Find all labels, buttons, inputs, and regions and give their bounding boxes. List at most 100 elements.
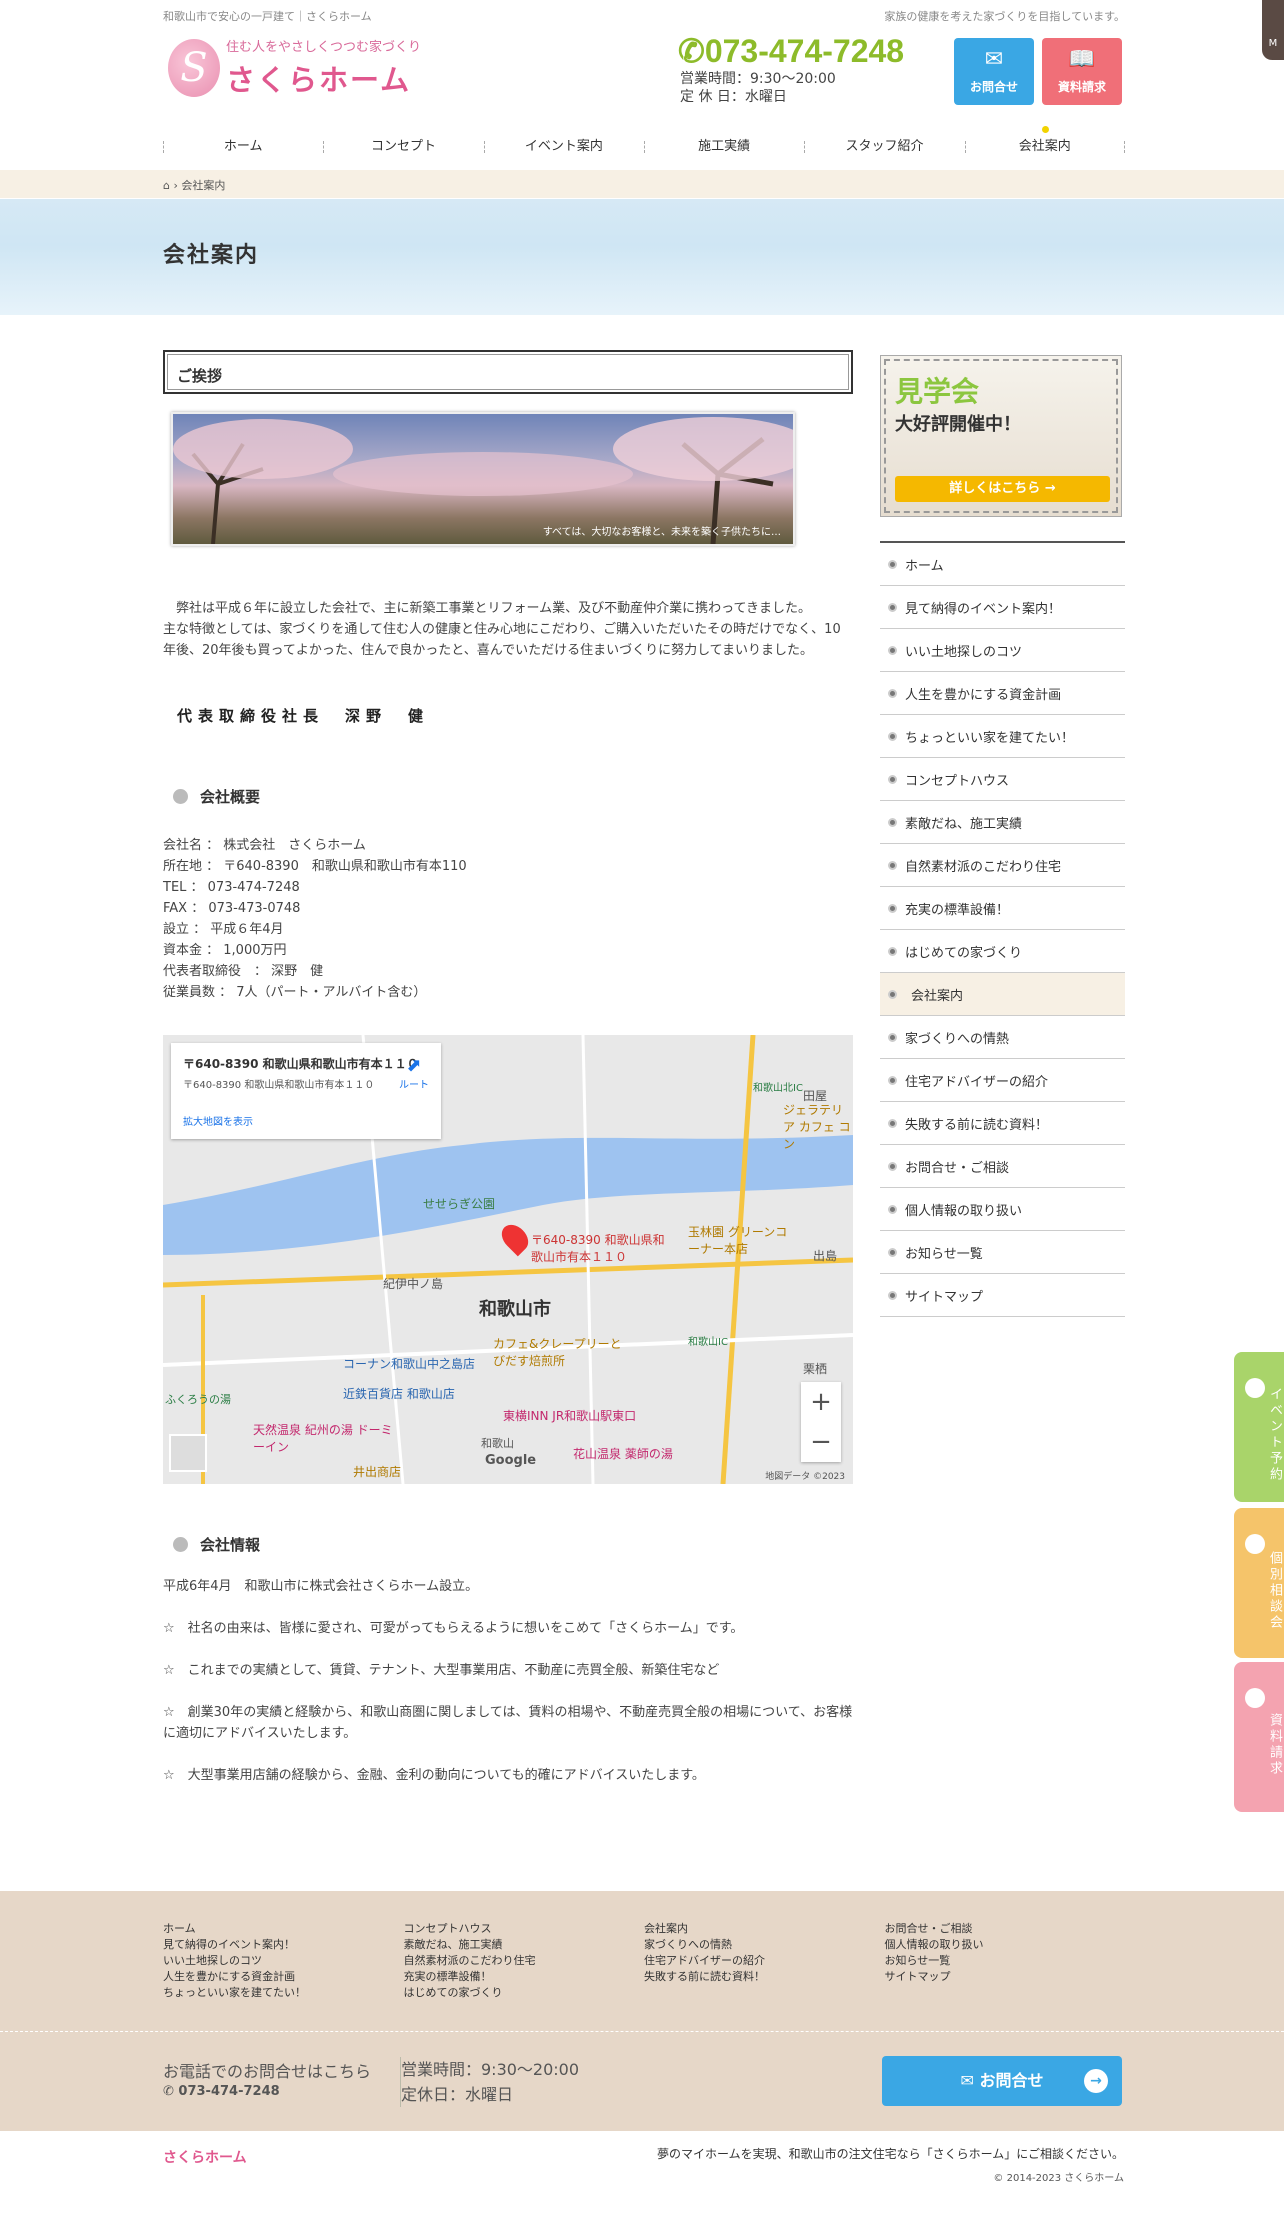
footer-link[interactable]: 住宅アドバイザーの紹介 [644, 1953, 885, 1969]
sidebar-item[interactable]: ちょっといい家を建てたい！ [880, 715, 1125, 758]
nav-company[interactable]: 会社案内 [964, 126, 1126, 158]
map-place[interactable]: ジェラテリア カフェ コン [783, 1101, 853, 1152]
map-place[interactable]: 和歌山 [481, 1435, 514, 1451]
footer-link[interactable]: お問合せ・ご相談 [885, 1921, 1126, 1937]
footer: ホーム 見て納得のイベント案内！ いい土地探しのコツ 人生を豊かにする資金計画 … [0, 1891, 1284, 2131]
map-place[interactable]: 東横INN JR和歌山駅東口 [503, 1407, 636, 1424]
map-place[interactable]: 玉林園 グリーンコーナー本店 [688, 1223, 798, 1257]
footer-link[interactable]: 個人情報の取り扱い [885, 1937, 1126, 1953]
site-logo[interactable]: S 住む人をやさしくつつむ家づくり さくらホーム [168, 36, 421, 99]
map-place[interactable]: 出島 [813, 1247, 837, 1264]
nav-home[interactable]: ホーム [163, 136, 323, 158]
map-place[interactable]: 近鉄百貨店 和歌山店 [343, 1385, 455, 1402]
contact-button[interactable]: ✉ お問合せ [954, 38, 1034, 105]
footer-link[interactable]: お知らせ一覧 [885, 1953, 1126, 1969]
header-phone[interactable]: ✆073-474-7248 [678, 32, 904, 70]
map-larger-link[interactable]: 拡大地図を表示 [183, 1113, 429, 1128]
footer-column: 会社案内 家づくりへの情熱 住宅アドバイザーの紹介 失敗する前に読む資料！ [644, 1921, 885, 2001]
footer-link[interactable]: はじめての家づくり [404, 1985, 645, 2001]
map-place[interactable]: 紀伊中ノ島 [383, 1275, 443, 1292]
overview-line: FAX ： 073-473-0748 [163, 901, 301, 916]
sidebar-item[interactable]: はじめての家づくり [880, 930, 1125, 973]
sidebar-item[interactable]: 家づくりへの情熱 [880, 1016, 1125, 1059]
footer-link[interactable]: ホーム [163, 1921, 404, 1937]
footer-link[interactable]: 自然素材派のこだわり住宅 [404, 1953, 645, 1969]
map-place[interactable]: 和歌山IC [688, 1333, 728, 1348]
sidebar-item[interactable]: 失敗する前に読む資料！ [880, 1102, 1125, 1145]
map-place[interactable]: 花山温泉 薬師の湯 [573, 1445, 673, 1462]
sidebar-item-label: お知らせ一覧 [905, 1246, 983, 1262]
home-icon[interactable]: ⌂ [163, 179, 170, 192]
overview-line: 資本金 ： 1,000万円 [163, 943, 287, 958]
nav-events[interactable]: イベント案内 [483, 136, 644, 158]
banner-button[interactable]: 詳しくはこちら → [895, 476, 1110, 502]
breadcrumb: ⌂ › 会社案内 [0, 170, 1284, 198]
footer-brand[interactable]: さくらホーム [163, 2147, 247, 2167]
sidebar-item[interactable]: いい土地探しのコツ [880, 629, 1125, 672]
footer-link[interactable]: 見て納得のイベント案内！ [163, 1937, 404, 1953]
footer-contact-button[interactable]: ✉ お問合せ → [882, 2056, 1122, 2106]
global-nav: ホーム コンセプト イベント案内 施工実績 スタッフ紹介 会社案内 [163, 126, 1126, 158]
request-docs-button[interactable]: 📖 資料請求 [1042, 38, 1122, 105]
arrow-circle-icon [1245, 1534, 1265, 1554]
tab-label: 個別相談会 [1267, 1551, 1282, 1631]
sidebar-item-label: 家づくりへの情熱 [905, 1031, 1010, 1047]
map-place[interactable]: せせらぎ公園 [423, 1195, 495, 1212]
request-docs-label: 資料請求 [1057, 80, 1106, 94]
sidebar-item[interactable]: お知らせ一覧 [880, 1231, 1125, 1274]
footer-link[interactable]: いい土地探しのコツ [163, 1953, 404, 1969]
footer-link[interactable]: 家づくりへの情熱 [644, 1937, 885, 1953]
footer-link[interactable]: 素敵だね、施工実績 [404, 1937, 645, 1953]
bullet-icon [888, 1075, 897, 1085]
footer-link[interactable]: 失敗する前に読む資料！ [644, 1969, 885, 1985]
bullet-icon [888, 1247, 897, 1257]
docs-request-tab[interactable]: 資料請求 [1234, 1662, 1284, 1812]
bullet-icon [888, 903, 897, 913]
sidebar-item[interactable]: 見て納得のイベント案内！ [880, 586, 1125, 629]
zoom-in-button[interactable]: + [801, 1382, 841, 1422]
footer-link[interactable]: サイトマップ [885, 1969, 1126, 1985]
nav-staff[interactable]: スタッフ紹介 [804, 136, 964, 158]
sidebar-item[interactable]: 自然素材派のこだわり住宅 [880, 844, 1125, 887]
menu-toggle[interactable]: M [1262, 0, 1284, 60]
bullet-icon [888, 989, 897, 999]
nav-concept[interactable]: コンセプト [323, 136, 483, 158]
footer-phone[interactable]: ✆ 073-474-7248 [163, 2084, 280, 2099]
footer-link[interactable]: コンセプトハウス [404, 1921, 645, 1937]
sidebar-item[interactable]: 個人情報の取り扱い [880, 1188, 1125, 1231]
map-place[interactable]: 和歌山北IC [753, 1079, 803, 1094]
map-place[interactable]: カフェ&クレープリーとびだす焙煎所 [493, 1335, 623, 1369]
sidebar-item[interactable]: お問合せ・ご相談 [880, 1145, 1125, 1188]
footer-link[interactable]: 人生を豊かにする資金計画 [163, 1969, 404, 1985]
event-reservation-tab[interactable]: イベント予約 [1234, 1352, 1284, 1502]
zoom-out-button[interactable]: − [801, 1422, 841, 1462]
map-place[interactable]: コーナン和歌山中之島店 [343, 1355, 475, 1372]
sidebar-item[interactable]: 人生を豊かにする資金計画 [880, 672, 1125, 715]
footer-phone-number: 073-474-7248 [178, 2084, 280, 2099]
map-place[interactable]: ふくろうの湯 [165, 1391, 231, 1407]
map-place[interactable]: 天然温泉 紀州の湯 ドーミーイン [253, 1421, 403, 1455]
bullet-icon [888, 946, 897, 956]
street-view-icon[interactable] [169, 1434, 207, 1472]
sidebar-item[interactable]: 充実の標準設備！ [880, 887, 1125, 930]
sidebar-item-current[interactable]: 会社案内 [880, 973, 1125, 1016]
map-place[interactable]: 井出商店 [353, 1463, 401, 1480]
map-place[interactable]: 栗栖 [803, 1360, 827, 1377]
google-map[interactable]: 〒640-8390 和歌山県和歌山市有本１１０ 〒640-8390 和歌山県和歌… [163, 1035, 853, 1484]
footer-link[interactable]: 会社案内 [644, 1921, 885, 1937]
open-house-banner[interactable]: 見学会 大好評開催中！ 詳しくはこちら → [880, 355, 1122, 517]
footer-column: お問合せ・ご相談 個人情報の取り扱い お知らせ一覧 サイトマップ [885, 1921, 1126, 2001]
tab-label: 資料請求 [1267, 1713, 1282, 1777]
sidebar-item[interactable]: ホーム [880, 543, 1125, 586]
consultation-tab[interactable]: 個別相談会 [1234, 1508, 1284, 1658]
footer-link[interactable]: ちょっといい家を建てたい！ [163, 1985, 404, 2001]
sidebar-item[interactable]: 住宅アドバイザーの紹介 [880, 1059, 1125, 1102]
sidebar-item[interactable]: コンセプトハウス [880, 758, 1125, 801]
footer-link[interactable]: 充実の標準設備！ [404, 1969, 645, 1985]
map-directions-link[interactable]: ⬈ ルート [399, 1055, 429, 1091]
nav-works[interactable]: 施工実績 [643, 136, 804, 158]
banner-subtitle: 大好評開催中！ [895, 414, 1021, 435]
bullet-icon [888, 645, 897, 655]
sidebar-item[interactable]: サイトマップ [880, 1274, 1125, 1317]
sidebar-item[interactable]: 素敵だね、施工実績 [880, 801, 1125, 844]
